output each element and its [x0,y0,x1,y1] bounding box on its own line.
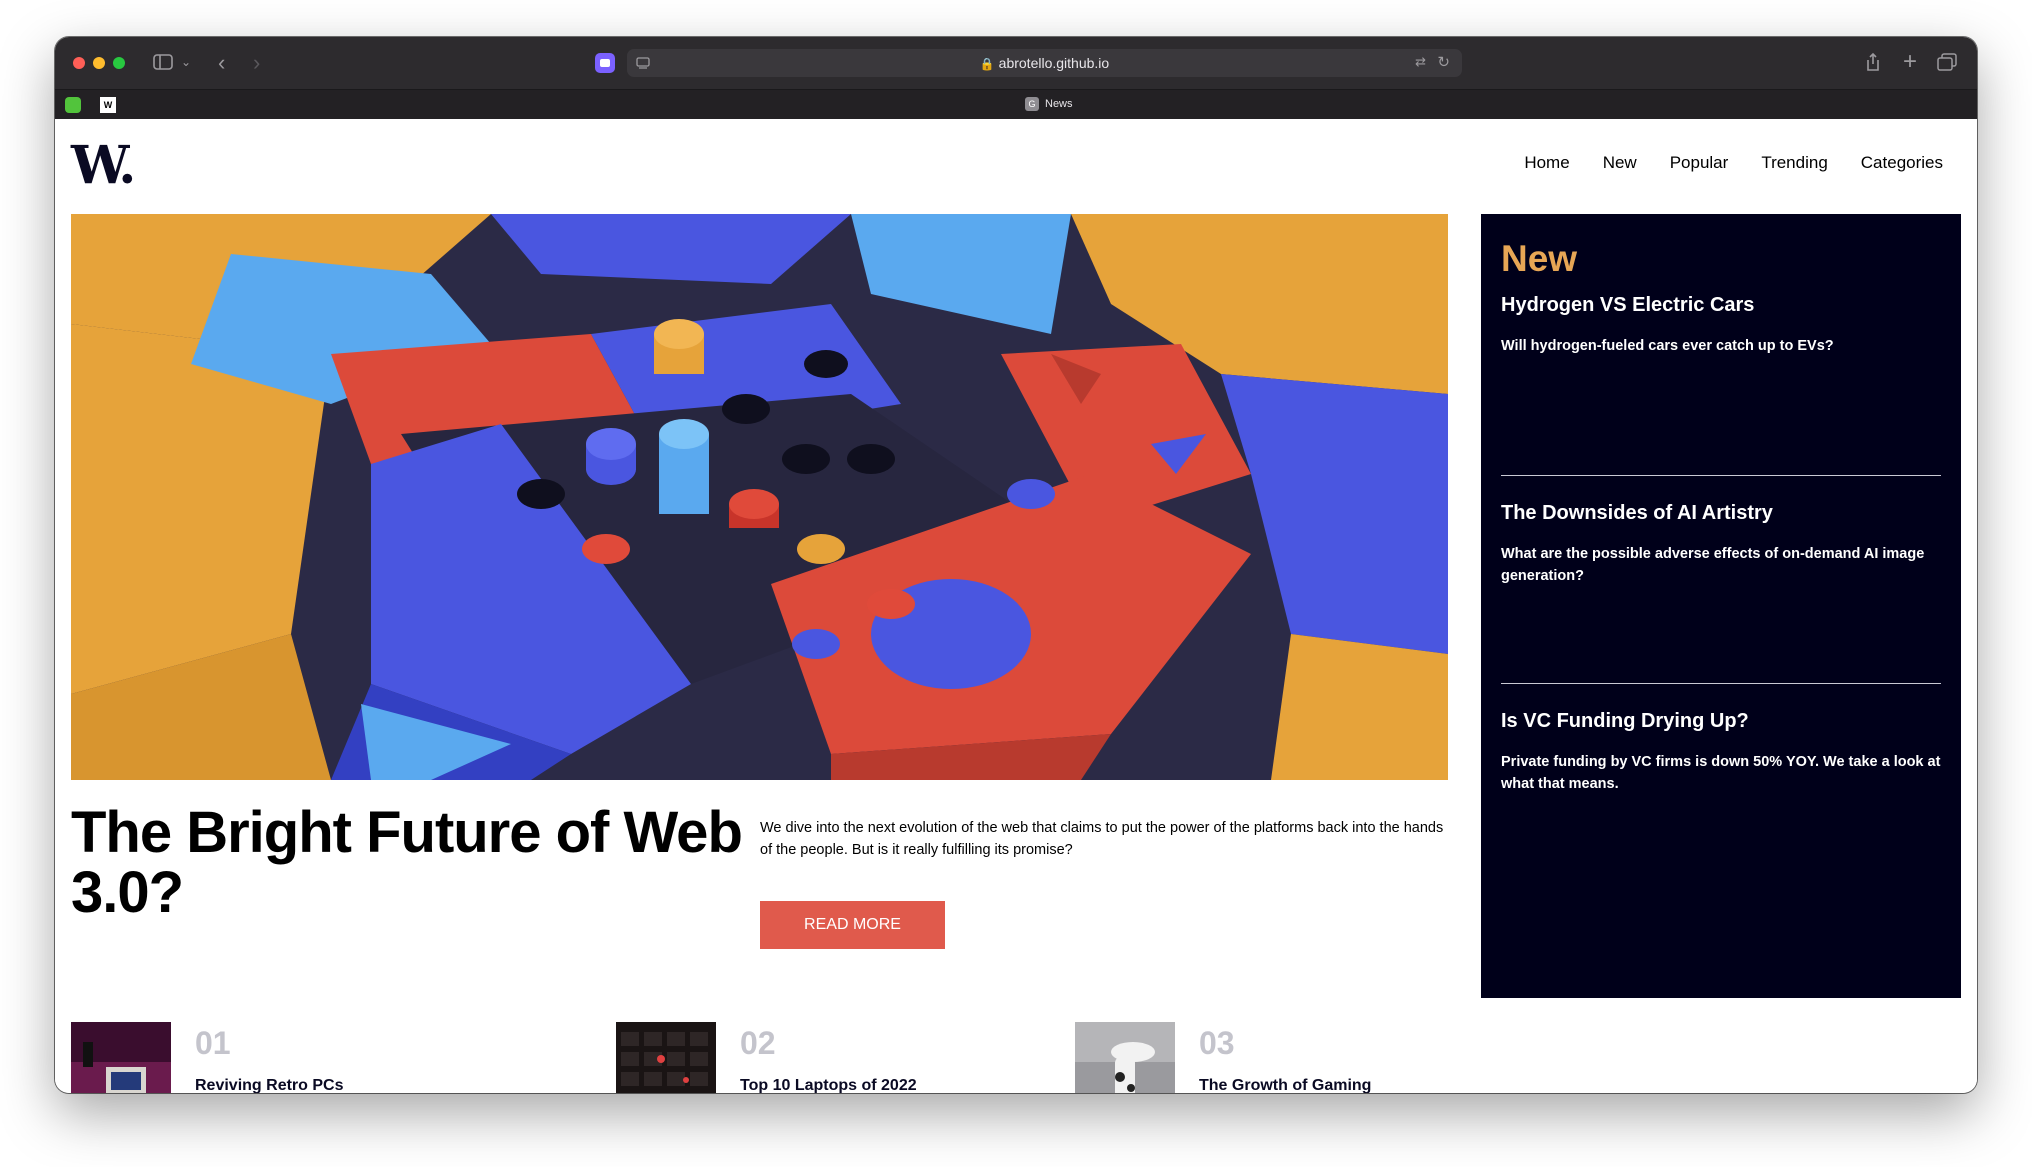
nav-categories[interactable]: Categories [1861,153,1943,173]
list-number: 01 [195,1025,231,1061]
laptop-thumbnail [616,1022,716,1093]
list-number: 02 [740,1025,776,1061]
forward-arrow-icon[interactable]: › [253,52,260,74]
tab-news[interactable]: G News [1025,97,1073,111]
pinned-tab-w-icon[interactable]: W [100,97,116,113]
url-text: 🔒 abrotello.github.io [627,55,1462,71]
hero-title[interactable]: The Bright Future of Web 3.0? [71,803,751,923]
new-articles-sidebar: New Hydrogen VS Electric Cars Will hydro… [1481,214,1961,998]
site-logo[interactable]: W. [71,135,136,196]
sidebar-article[interactable]: Hydrogen VS Electric Cars Will hydrogen-… [1501,294,1941,476]
new-tab-icon[interactable]: + [1903,50,1917,74]
nav-new[interactable]: New [1603,153,1637,173]
nav-popular[interactable]: Popular [1670,153,1729,173]
sidebar-article-title[interactable]: Is VC Funding Drying Up? [1501,710,1941,733]
sidebar-toggle-icon[interactable] [153,54,173,73]
hero-image [71,214,1448,780]
sidebar-article-desc: Will hydrogen-fueled cars ever catch up … [1501,338,1834,354]
lock-icon: 🔒 [979,57,995,71]
tab-bar: W G News [55,89,1977,119]
reload-icon[interactable]: ↻ [1437,53,1450,71]
minimize-window-button[interactable] [93,57,105,69]
browser-toolbar: ⌄ ‹ › 🔒 abrotello.github.io ⇄ ↻ + [55,37,1977,89]
tab-favicon-icon: G [1025,97,1039,111]
sidebar-article-desc: What are the possible adverse effects of… [1501,546,1925,584]
address-bar[interactable]: 🔒 abrotello.github.io ⇄ ↻ [627,49,1462,77]
sidebar-article-desc: Private funding by VC firms is down 50% … [1501,754,1941,792]
hero-description: We dive into the next evolution of the w… [760,820,1444,858]
list-title[interactable]: Reviving Retro PCs [195,1077,343,1093]
tab-label: News [1045,98,1073,110]
list-title[interactable]: Top 10 Laptops of 2022 [740,1077,917,1093]
gaming-controller-thumbnail [1075,1022,1175,1093]
main-nav: Home New Popular Trending Categories [1524,153,1943,173]
list-number: 03 [1199,1025,1235,1061]
web-page: W. Home New Popular Trending Categories [55,119,1977,1093]
extension-icon[interactable] [595,53,615,73]
tab-overview-icon[interactable] [1937,53,1957,74]
retro-pc-thumbnail [71,1022,171,1093]
url-label: abrotello.github.io [998,55,1110,71]
sidebar-article-title[interactable]: Hydrogen VS Electric Cars [1501,294,1941,317]
sidebar-article[interactable]: Is VC Funding Drying Up? Private funding… [1501,710,1941,892]
chevron-down-icon[interactable]: ⌄ [181,56,191,68]
zoom-window-button[interactable] [113,57,125,69]
back-arrow-icon[interactable]: ‹ [218,52,225,74]
read-more-button[interactable]: READ MORE [760,901,945,949]
nav-home[interactable]: Home [1524,153,1569,173]
sidebar-article[interactable]: The Downsides of AI Artistry What are th… [1501,502,1941,684]
browser-window: ⌄ ‹ › 🔒 abrotello.github.io ⇄ ↻ + W G Ne… [55,37,1977,1093]
sidebar-heading: New [1501,238,1578,279]
share-icon[interactable] [1865,52,1881,75]
sidebar-article-title[interactable]: The Downsides of AI Artistry [1501,502,1941,525]
translate-icon[interactable]: ⇄ [1415,54,1426,70]
list-title[interactable]: The Growth of Gaming [1199,1077,1371,1093]
pinned-tab-favicon-icon[interactable] [65,97,81,113]
nav-trending[interactable]: Trending [1761,153,1827,173]
close-window-button[interactable] [73,57,85,69]
